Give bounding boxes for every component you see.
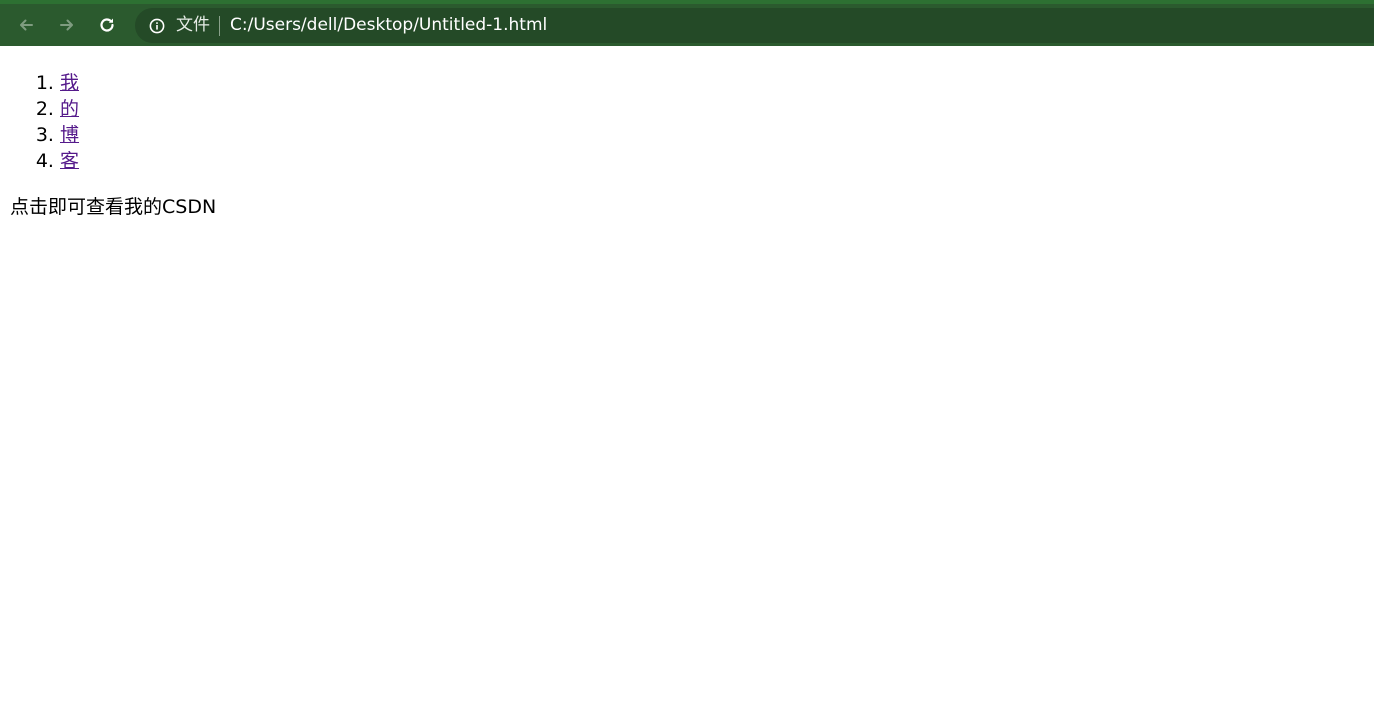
- url-text[interactable]: C:/Users/dell/Desktop/Untitled-1.html: [230, 17, 547, 34]
- back-button[interactable]: [12, 11, 40, 39]
- list-item: 客: [60, 148, 1364, 174]
- list-item: 博: [60, 122, 1364, 148]
- list-item: 的: [60, 96, 1364, 122]
- caption-text: 点击即可查看我的CSDN: [10, 196, 217, 218]
- arrow-left-icon: [20, 19, 33, 31]
- blog-link-3[interactable]: 博: [60, 124, 79, 146]
- blog-link-1[interactable]: 我: [60, 72, 79, 94]
- forward-button[interactable]: [53, 11, 81, 39]
- page-content: 我 的 博 客 点击即可查看我的CSDN: [0, 46, 1374, 718]
- list-item: 我: [60, 70, 1364, 96]
- browser-toolbar: 文件 C:/Users/dell/Desktop/Untitled-1.html: [0, 0, 1374, 46]
- info-circle-icon[interactable]: [149, 18, 165, 34]
- reload-button[interactable]: [93, 11, 121, 39]
- blog-link-2[interactable]: 的: [60, 98, 79, 120]
- blog-link-4[interactable]: 客: [60, 150, 79, 172]
- scheme-label: 文件: [176, 15, 210, 35]
- blog-link-list: 我 的 博 客: [10, 70, 1364, 174]
- address-bar[interactable]: 文件 C:/Users/dell/Desktop/Untitled-1.html: [135, 8, 1374, 43]
- reload-icon: [100, 18, 114, 32]
- arrow-right-icon: [60, 19, 73, 31]
- address-divider: [219, 15, 220, 36]
